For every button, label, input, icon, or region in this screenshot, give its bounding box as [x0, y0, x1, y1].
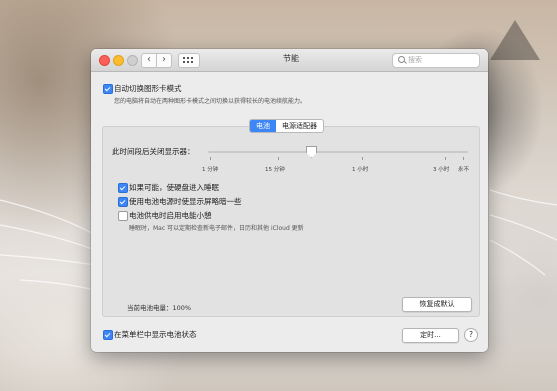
slider-tick	[278, 157, 279, 160]
close-button[interactable]	[99, 55, 110, 66]
power-nap-checkbox[interactable]	[118, 211, 128, 221]
display-sleep-slider[interactable]	[208, 151, 468, 153]
power-nap-description: 睡眠时，Mac 可以定期检查新电子邮件，日历和其他 iCloud 更新	[129, 225, 304, 232]
tab-power-adapter[interactable]: 电源适配器	[276, 120, 323, 132]
search-placeholder: 搜索	[408, 56, 422, 64]
auto-switch-description: 您的电脑将自动在两种图形卡模式之间切换以获得较长的电池续航能力。	[114, 98, 307, 105]
tick-label-1min: 1 分钟	[202, 167, 219, 173]
chevron-left-icon: ‹	[147, 54, 151, 65]
title-bar: ‹ › 节能 搜索	[91, 49, 488, 72]
menubar-status-checkbox[interactable]	[103, 330, 113, 340]
source-segmented-control: 电池 电源适配器	[249, 119, 324, 133]
tick-label-3hours: 3 小时	[433, 167, 450, 173]
search-input[interactable]: 搜索	[392, 53, 480, 68]
chevron-right-icon: ›	[162, 54, 166, 65]
battery-level-value: 100%	[172, 304, 192, 312]
tab-battery[interactable]: 电池	[250, 120, 276, 132]
back-button[interactable]: ‹	[141, 53, 157, 68]
disk-sleep-label: 如果可能，使硬盘进入睡眠	[129, 183, 219, 192]
tick-label-1hour: 1 小时	[352, 167, 369, 173]
battery-level-text: 当前电池电量：100%	[127, 302, 191, 312]
slider-tick	[362, 157, 363, 160]
display-sleep-label: 此时间段后关闭显示器：	[112, 147, 195, 156]
window-title: 节能	[283, 54, 299, 63]
zoom-button[interactable]	[127, 55, 138, 66]
menubar-status-label: 在菜单栏中显示电池状态	[114, 330, 197, 339]
dim-display-label: 使用电池电源时使显示屏略暗一些	[129, 197, 242, 206]
help-button[interactable]: ?	[464, 328, 478, 342]
slider-tick	[463, 157, 464, 160]
search-icon	[398, 56, 405, 63]
battery-level-label: 当前电池电量：	[127, 304, 173, 312]
tick-label-never: 永不	[458, 167, 470, 173]
restore-defaults-button[interactable]: 恢复成默认	[402, 297, 472, 312]
disk-sleep-checkbox[interactable]	[118, 183, 128, 193]
energy-saver-window: ‹ › 节能 搜索 自动切换图形卡模式 您的电脑将自动在两种图形卡模式之间切换以…	[91, 49, 488, 352]
minimize-button[interactable]	[113, 55, 124, 66]
tick-label-15min: 15 分钟	[265, 167, 285, 173]
slider-tick	[445, 157, 446, 160]
schedule-button[interactable]: 定时...	[402, 328, 459, 343]
power-nap-label: 电池供电时启用电能小憩	[129, 211, 212, 220]
auto-switch-checkbox[interactable]	[103, 84, 113, 94]
dim-display-checkbox[interactable]	[118, 197, 128, 207]
forward-button[interactable]: ›	[156, 53, 172, 68]
auto-switch-label: 自动切换图形卡模式	[114, 84, 182, 93]
show-all-button[interactable]	[178, 53, 200, 68]
slider-tick	[210, 157, 211, 160]
